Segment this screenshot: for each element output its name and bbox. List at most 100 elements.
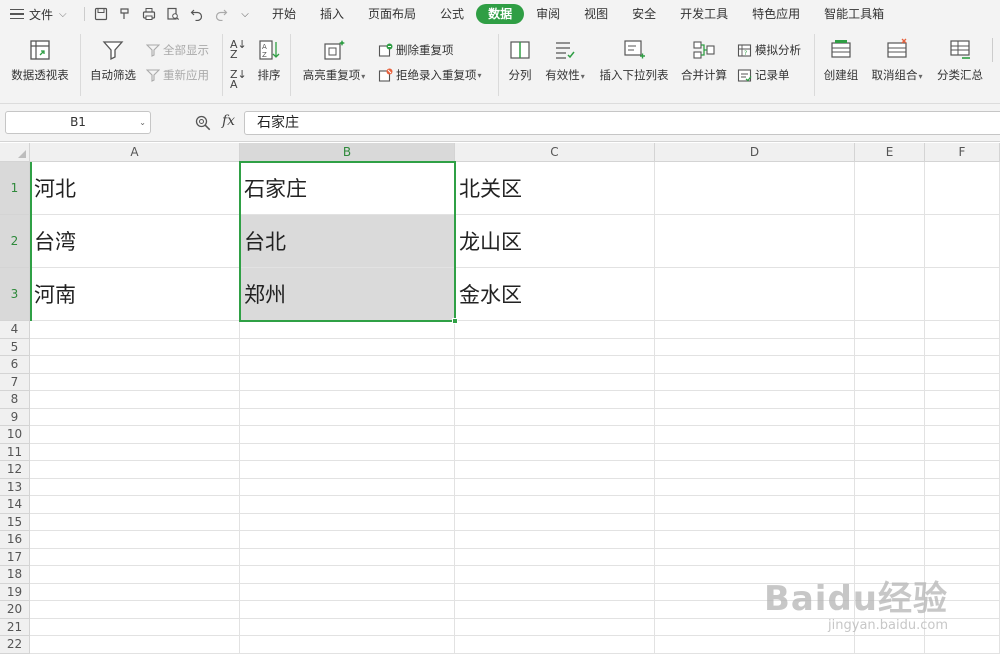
cell-E11[interactable] [855, 443, 925, 461]
cell-E9[interactable] [855, 408, 925, 426]
cell-B16[interactable] [240, 531, 455, 549]
cell-B1[interactable]: 石家庄 [240, 162, 455, 215]
row-header-7[interactable]: 7 [0, 373, 30, 391]
tab-developer[interactable]: 开发工具 [668, 4, 740, 24]
cell-B15[interactable] [240, 513, 455, 531]
row-header-6[interactable]: 6 [0, 356, 30, 374]
cell-B17[interactable] [240, 548, 455, 566]
zoom-icon[interactable] [195, 115, 211, 131]
cell-D3[interactable] [655, 268, 855, 321]
subtotal-button[interactable]: 分类汇总 [934, 38, 986, 83]
cell-B12[interactable] [240, 461, 455, 479]
cell-B22[interactable] [240, 636, 455, 654]
cell-A16[interactable] [30, 531, 240, 549]
cell-E10[interactable] [855, 426, 925, 444]
file-menu[interactable]: 文件 ⌵ [0, 6, 80, 23]
cell-F13[interactable] [925, 478, 1000, 496]
cell-B3[interactable]: 郑州 [240, 268, 455, 321]
cell-C19[interactable] [455, 583, 655, 601]
cell-A5[interactable] [30, 338, 240, 356]
row-header-17[interactable]: 17 [0, 548, 30, 566]
tab-data[interactable]: 数据 [476, 4, 525, 24]
cell-C11[interactable] [455, 443, 655, 461]
row-header-13[interactable]: 13 [0, 478, 30, 496]
cell-B13[interactable] [240, 478, 455, 496]
row-header-10[interactable]: 10 [0, 426, 30, 444]
cell-A11[interactable] [30, 443, 240, 461]
tab-home[interactable]: 开始 [260, 4, 308, 24]
print-preview-icon[interactable] [161, 3, 185, 25]
cell-A18[interactable] [30, 566, 240, 584]
cell-A9[interactable] [30, 408, 240, 426]
cell-C5[interactable] [455, 338, 655, 356]
row-header-2[interactable]: 2 [0, 215, 30, 268]
cell-C15[interactable] [455, 513, 655, 531]
cell-B20[interactable] [240, 601, 455, 619]
cell-E13[interactable] [855, 478, 925, 496]
cell-A15[interactable] [30, 513, 240, 531]
cell-D8[interactable] [655, 391, 855, 409]
cell-E8[interactable] [855, 391, 925, 409]
sort-ascending-button[interactable]: A↓ Z [230, 39, 247, 60]
cell-C22[interactable] [455, 636, 655, 654]
cell-C1[interactable]: 北关区 [455, 162, 655, 215]
cell-D22[interactable] [655, 636, 855, 654]
cell-C4[interactable] [455, 321, 655, 339]
cell-E5[interactable] [855, 338, 925, 356]
cell-F11[interactable] [925, 443, 1000, 461]
cell-C14[interactable] [455, 496, 655, 514]
cell-D12[interactable] [655, 461, 855, 479]
cell-A7[interactable] [30, 373, 240, 391]
select-all-corner[interactable] [0, 143, 30, 162]
cell-B19[interactable] [240, 583, 455, 601]
name-box[interactable]: B1 ⌄ [5, 111, 151, 134]
what-if-analysis-button[interactable]: ? 模拟分析 [737, 42, 801, 58]
cell-F8[interactable] [925, 391, 1000, 409]
cell-B7[interactable] [240, 373, 455, 391]
cell-C12[interactable] [455, 461, 655, 479]
cell-B21[interactable] [240, 618, 455, 636]
cell-F1[interactable] [925, 162, 1000, 215]
cell-D14[interactable] [655, 496, 855, 514]
cell-F6[interactable] [925, 356, 1000, 374]
cell-A22[interactable] [30, 636, 240, 654]
cell-A6[interactable] [30, 356, 240, 374]
cell-D16[interactable] [655, 531, 855, 549]
tab-security[interactable]: 安全 [620, 4, 668, 24]
format-painter-icon[interactable] [113, 3, 137, 25]
tab-special-apps[interactable]: 特色应用 [740, 4, 812, 24]
cell-E7[interactable] [855, 373, 925, 391]
show-all-button[interactable]: 全部显示 [146, 42, 209, 58]
cell-F16[interactable] [925, 531, 1000, 549]
redo-icon[interactable] [209, 3, 233, 25]
cell-F7[interactable] [925, 373, 1000, 391]
cell-B4[interactable] [240, 321, 455, 339]
cell-F5[interactable] [925, 338, 1000, 356]
row-header-15[interactable]: 15 [0, 513, 30, 531]
cell-B14[interactable] [240, 496, 455, 514]
chevron-down-icon[interactable]: ⌄ [139, 112, 146, 133]
cell-D13[interactable] [655, 478, 855, 496]
cell-D10[interactable] [655, 426, 855, 444]
cell-F3[interactable] [925, 268, 1000, 321]
row-header-16[interactable]: 16 [0, 531, 30, 549]
cell-A19[interactable] [30, 583, 240, 601]
row-header-21[interactable]: 21 [0, 618, 30, 636]
cell-A12[interactable] [30, 461, 240, 479]
consolidate-button[interactable]: 合并计算 [678, 38, 730, 83]
cell-A4[interactable] [30, 321, 240, 339]
insert-dropdown-list-button[interactable]: 插入下拉列表 [597, 38, 671, 83]
cell-C7[interactable] [455, 373, 655, 391]
cell-D15[interactable] [655, 513, 855, 531]
record-form-button[interactable]: 记录单 [737, 67, 790, 83]
cell-C3[interactable]: 金水区 [455, 268, 655, 321]
cell-C18[interactable] [455, 566, 655, 584]
cell-E1[interactable] [855, 162, 925, 215]
cell-F2[interactable] [925, 215, 1000, 268]
row-header-22[interactable]: 22 [0, 636, 30, 654]
cell-F17[interactable] [925, 548, 1000, 566]
cell-A20[interactable] [30, 601, 240, 619]
cell-A21[interactable] [30, 618, 240, 636]
cell-C6[interactable] [455, 356, 655, 374]
cell-D7[interactable] [655, 373, 855, 391]
